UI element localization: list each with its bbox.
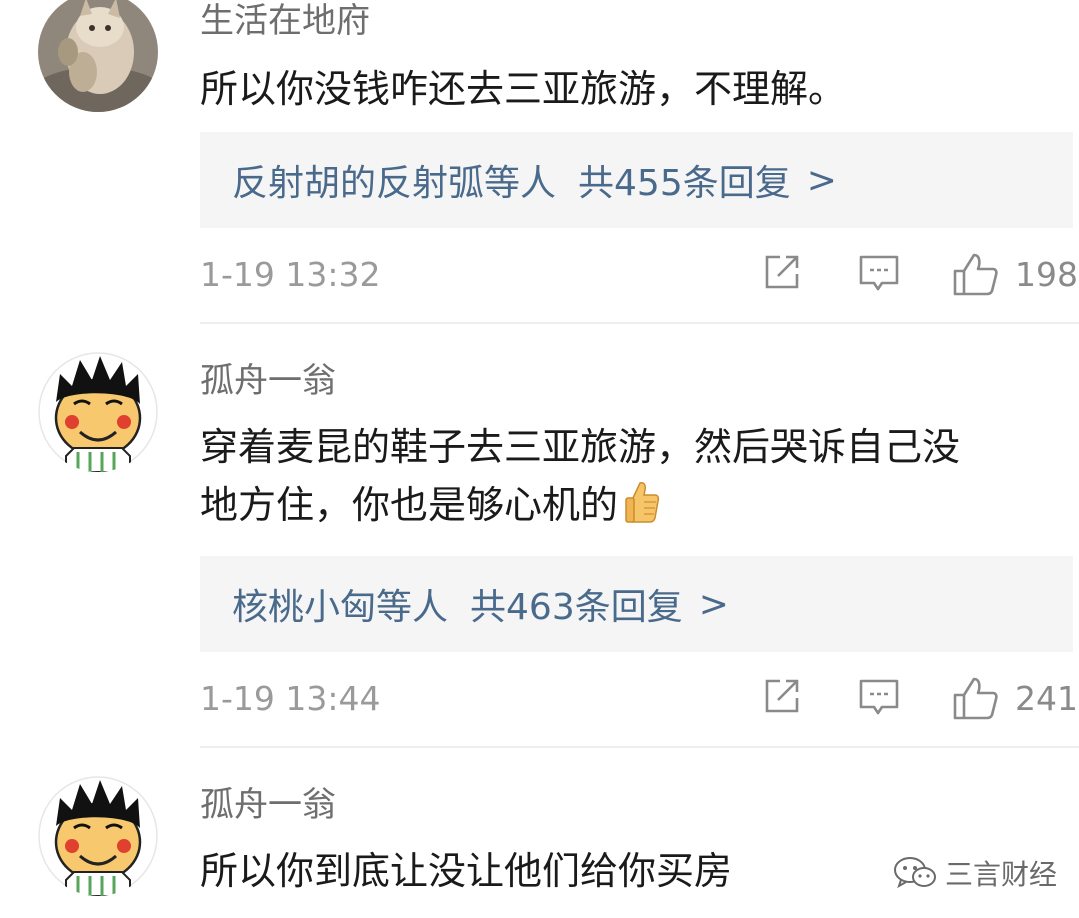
- replies-who: 核桃小匈等人: [232, 587, 449, 628]
- share-icon[interactable]: [762, 252, 802, 292]
- comment-text-line-2: 地方住，你也是够心机的: [200, 476, 1072, 540]
- replies-summary[interactable]: 反射胡的反射弧等人 共455条回复 >: [200, 132, 1073, 228]
- cat-photo-avatar: [38, 0, 158, 112]
- comment-text: 所以你没钱咋还去三亚旅游，不理解。: [200, 67, 847, 111]
- like-count: 241: [1015, 679, 1078, 718]
- cartoon-boy-avatar: [38, 352, 158, 472]
- replies-who: 反射胡的反射弧等人: [232, 163, 557, 204]
- timestamp: 1-19 13:32: [200, 255, 381, 294]
- comment-text-line: 地方住，你也是够心机的: [200, 483, 619, 527]
- username[interactable]: 孤舟一翁: [200, 364, 336, 398]
- comment-text: 穿着麦昆的鞋子去三亚旅游，然后哭诉自己没 地方住，你也是够心机的: [200, 418, 1072, 540]
- replies-summary[interactable]: 核桃小匈等人 共463条回复 >: [200, 556, 1073, 652]
- like-icon[interactable]: [952, 252, 998, 296]
- watermark: 三言财经: [893, 853, 1057, 893]
- comment-text-line: 穿着麦昆的鞋子去三亚旅游，然后哭诉自己没: [200, 425, 961, 469]
- timestamp: 1-19 13:44: [200, 679, 381, 718]
- avatar[interactable]: [38, 352, 158, 472]
- username[interactable]: 孤舟一翁: [200, 788, 336, 822]
- cartoon-boy-avatar: [38, 776, 158, 896]
- comment-icon[interactable]: [858, 676, 900, 718]
- comment-meta: 1-19 13:44 241: [200, 676, 1078, 726]
- replies-count: 共455条回复: [578, 163, 791, 204]
- avatar[interactable]: [38, 776, 158, 896]
- divider: [200, 746, 1079, 748]
- share-icon[interactable]: [762, 676, 802, 716]
- username[interactable]: 生活在地府: [200, 4, 370, 38]
- watermark-text: 三言财经: [945, 858, 1058, 891]
- replies-count: 共463条回复: [470, 587, 683, 628]
- avatar[interactable]: [38, 0, 158, 112]
- like-count: 198: [1015, 255, 1078, 294]
- divider: [200, 322, 1079, 324]
- chevron-right-icon: >: [698, 583, 729, 625]
- comment-meta: 1-19 13:32 198: [200, 252, 1078, 302]
- like-icon[interactable]: [952, 676, 998, 720]
- wechat-icon: [894, 857, 936, 889]
- thumbs-up-emoji-icon: [624, 480, 660, 540]
- comment-icon[interactable]: [858, 252, 900, 294]
- chevron-right-icon: >: [806, 159, 837, 201]
